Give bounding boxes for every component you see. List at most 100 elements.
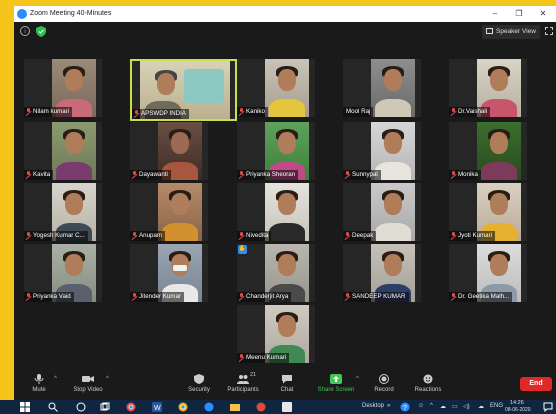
- participant-video: [52, 122, 96, 180]
- participant-tile[interactable]: Priyanka Sheoran: [237, 122, 315, 180]
- meeting-toolbar: Mute ^ Stop Video ^ Security 21 Particip…: [14, 372, 556, 400]
- participant-name: Kavita: [24, 170, 54, 180]
- participant-tile[interactable]: Priyanka Vaid: [24, 244, 102, 302]
- share-screen-icon: [330, 374, 342, 384]
- participants-label: Participants: [227, 387, 259, 393]
- participant-tile[interactable]: Nilam kumari: [24, 59, 102, 117]
- participant-tile[interactable]: ✋ Chanderjit Arya: [237, 244, 315, 302]
- participant-tile[interactable]: SANDEEP KUMAR: [343, 244, 421, 302]
- muted-mic-icon: [26, 171, 31, 177]
- participant-name: Sunnypal: [343, 170, 381, 180]
- record-button[interactable]: Record: [370, 374, 398, 393]
- word-icon[interactable]: W: [152, 402, 162, 412]
- chevron-right-icon[interactable]: »: [387, 403, 390, 409]
- participant-name: Jyoti Kumari: [449, 231, 496, 241]
- mute-label: Mute: [32, 387, 46, 393]
- clock-date[interactable]: 08-06-2020: [505, 407, 531, 413]
- participants-button[interactable]: 21 Participants: [224, 372, 262, 393]
- end-meeting-button[interactable]: End: [520, 377, 552, 391]
- app-icon[interactable]: [282, 402, 292, 412]
- zoom-app-icon[interactable]: [204, 402, 214, 412]
- participant-tile[interactable]: Jyoti Kumari: [449, 183, 527, 241]
- app-icon[interactable]: [256, 402, 266, 412]
- desktop-toolbar-label[interactable]: Desktop: [362, 403, 384, 409]
- participant-name: Kaniko: [237, 107, 268, 117]
- participant-tile[interactable]: Nivedita: [237, 183, 315, 241]
- notification-icon[interactable]: [543, 402, 553, 412]
- reactions-button[interactable]: Reactions: [412, 374, 444, 393]
- muted-mic-icon: [132, 171, 137, 177]
- stop-video-label: Stop Video: [73, 387, 103, 393]
- speaker-view-button[interactable]: Speaker View: [482, 25, 540, 39]
- maximize-button[interactable]: ❐: [508, 7, 530, 21]
- share-options-caret-icon[interactable]: ^: [356, 376, 359, 382]
- video-options-caret-icon[interactable]: ^: [106, 376, 109, 382]
- participant-video: [371, 183, 415, 241]
- person-icon[interactable]: ☺: [418, 403, 424, 409]
- close-button[interactable]: ✕: [532, 7, 554, 21]
- participant-tile-active-speaker[interactable]: APSWDP INDIA: [130, 59, 237, 121]
- participant-name: Dr. Geetika Malh...: [449, 292, 513, 302]
- onedrive-icon[interactable]: ☁: [478, 403, 484, 410]
- chrome-icon[interactable]: [178, 402, 188, 412]
- file-explorer-icon[interactable]: [230, 402, 240, 412]
- search-icon[interactable]: [48, 402, 58, 412]
- participant-tile[interactable]: Yogesh Kumar C...: [24, 183, 102, 241]
- reactions-icon: [422, 374, 434, 384]
- participant-tile[interactable]: Kavita: [24, 122, 102, 180]
- participant-name: Jitender Kumar: [130, 292, 184, 302]
- title-bar: Zoom Meeting 40-Minutes – ❐ ✕: [14, 6, 556, 22]
- video-camera-icon: [82, 374, 94, 384]
- chrome-icon[interactable]: [126, 402, 136, 412]
- mute-button[interactable]: Mute: [26, 374, 52, 393]
- participant-tile[interactable]: Anupam: [130, 183, 208, 241]
- chat-button[interactable]: Chat: [276, 374, 298, 393]
- participant-tile[interactable]: Sunnypal: [343, 122, 421, 180]
- share-screen-button[interactable]: Share Screen: [316, 374, 356, 393]
- participant-tile[interactable]: Jitender Kumar: [130, 244, 208, 302]
- participant-tile[interactable]: Kaniko: [237, 59, 315, 117]
- muted-mic-icon: [26, 293, 31, 299]
- security-button[interactable]: Security: [184, 374, 214, 393]
- info-icon[interactable]: i: [20, 26, 30, 36]
- shield-icon[interactable]: [36, 26, 46, 37]
- face-mask: [173, 265, 187, 271]
- participant-tile[interactable]: Mool Raj: [343, 59, 421, 117]
- participant-tile[interactable]: Deepak: [343, 183, 421, 241]
- svg-text:W: W: [154, 405, 161, 412]
- participant-name: SANDEEP KUMAR: [343, 292, 409, 302]
- svg-text:?: ?: [403, 405, 407, 412]
- muted-mic-icon: [239, 171, 244, 177]
- reactions-label: Reactions: [414, 387, 442, 393]
- zoom-logo-icon: [17, 9, 27, 19]
- participant-name: Priyanka Sheoran: [237, 170, 299, 180]
- fullscreen-icon[interactable]: [545, 27, 553, 35]
- participant-name: Yogesh Kumar C...: [24, 231, 88, 241]
- muted-mic-icon: [239, 293, 244, 299]
- muted-mic-icon: [345, 232, 350, 238]
- cortana-icon[interactable]: [76, 402, 86, 412]
- participant-tile[interactable]: Meenu Kumari: [237, 305, 315, 363]
- participant-name: Chanderjit Arya: [237, 292, 292, 302]
- participant-tile[interactable]: Dayawanti: [130, 122, 208, 180]
- speaker-volume-icon[interactable]: ◁): [463, 403, 470, 410]
- participant-tile[interactable]: Dr. Geetika Malh...: [449, 244, 527, 302]
- help-icon[interactable]: ?: [400, 402, 410, 412]
- clock-time[interactable]: 14:26: [510, 400, 524, 406]
- zoom-window: Zoom Meeting 40-Minutes – ❐ ✕ i Speaker …: [14, 6, 556, 400]
- task-view-icon[interactable]: [100, 402, 110, 412]
- muted-mic-icon: [239, 232, 244, 238]
- participant-tile[interactable]: Monika: [449, 122, 527, 180]
- mute-options-caret-icon[interactable]: ^: [54, 376, 57, 382]
- participant-name: Monika: [449, 170, 481, 180]
- chevron-up-icon[interactable]: ^: [430, 403, 433, 409]
- language-indicator[interactable]: ENG: [490, 403, 503, 409]
- record-label: Record: [374, 387, 394, 393]
- minimize-button[interactable]: –: [484, 7, 506, 21]
- stop-video-button[interactable]: Stop Video: [70, 374, 106, 393]
- participant-tile[interactable]: Dr.Vaishali: [449, 59, 527, 117]
- cloud-icon[interactable]: ☁: [440, 403, 446, 410]
- network-icon[interactable]: ▭: [452, 403, 458, 410]
- record-icon: [378, 374, 390, 384]
- windows-start-icon[interactable]: [20, 402, 30, 412]
